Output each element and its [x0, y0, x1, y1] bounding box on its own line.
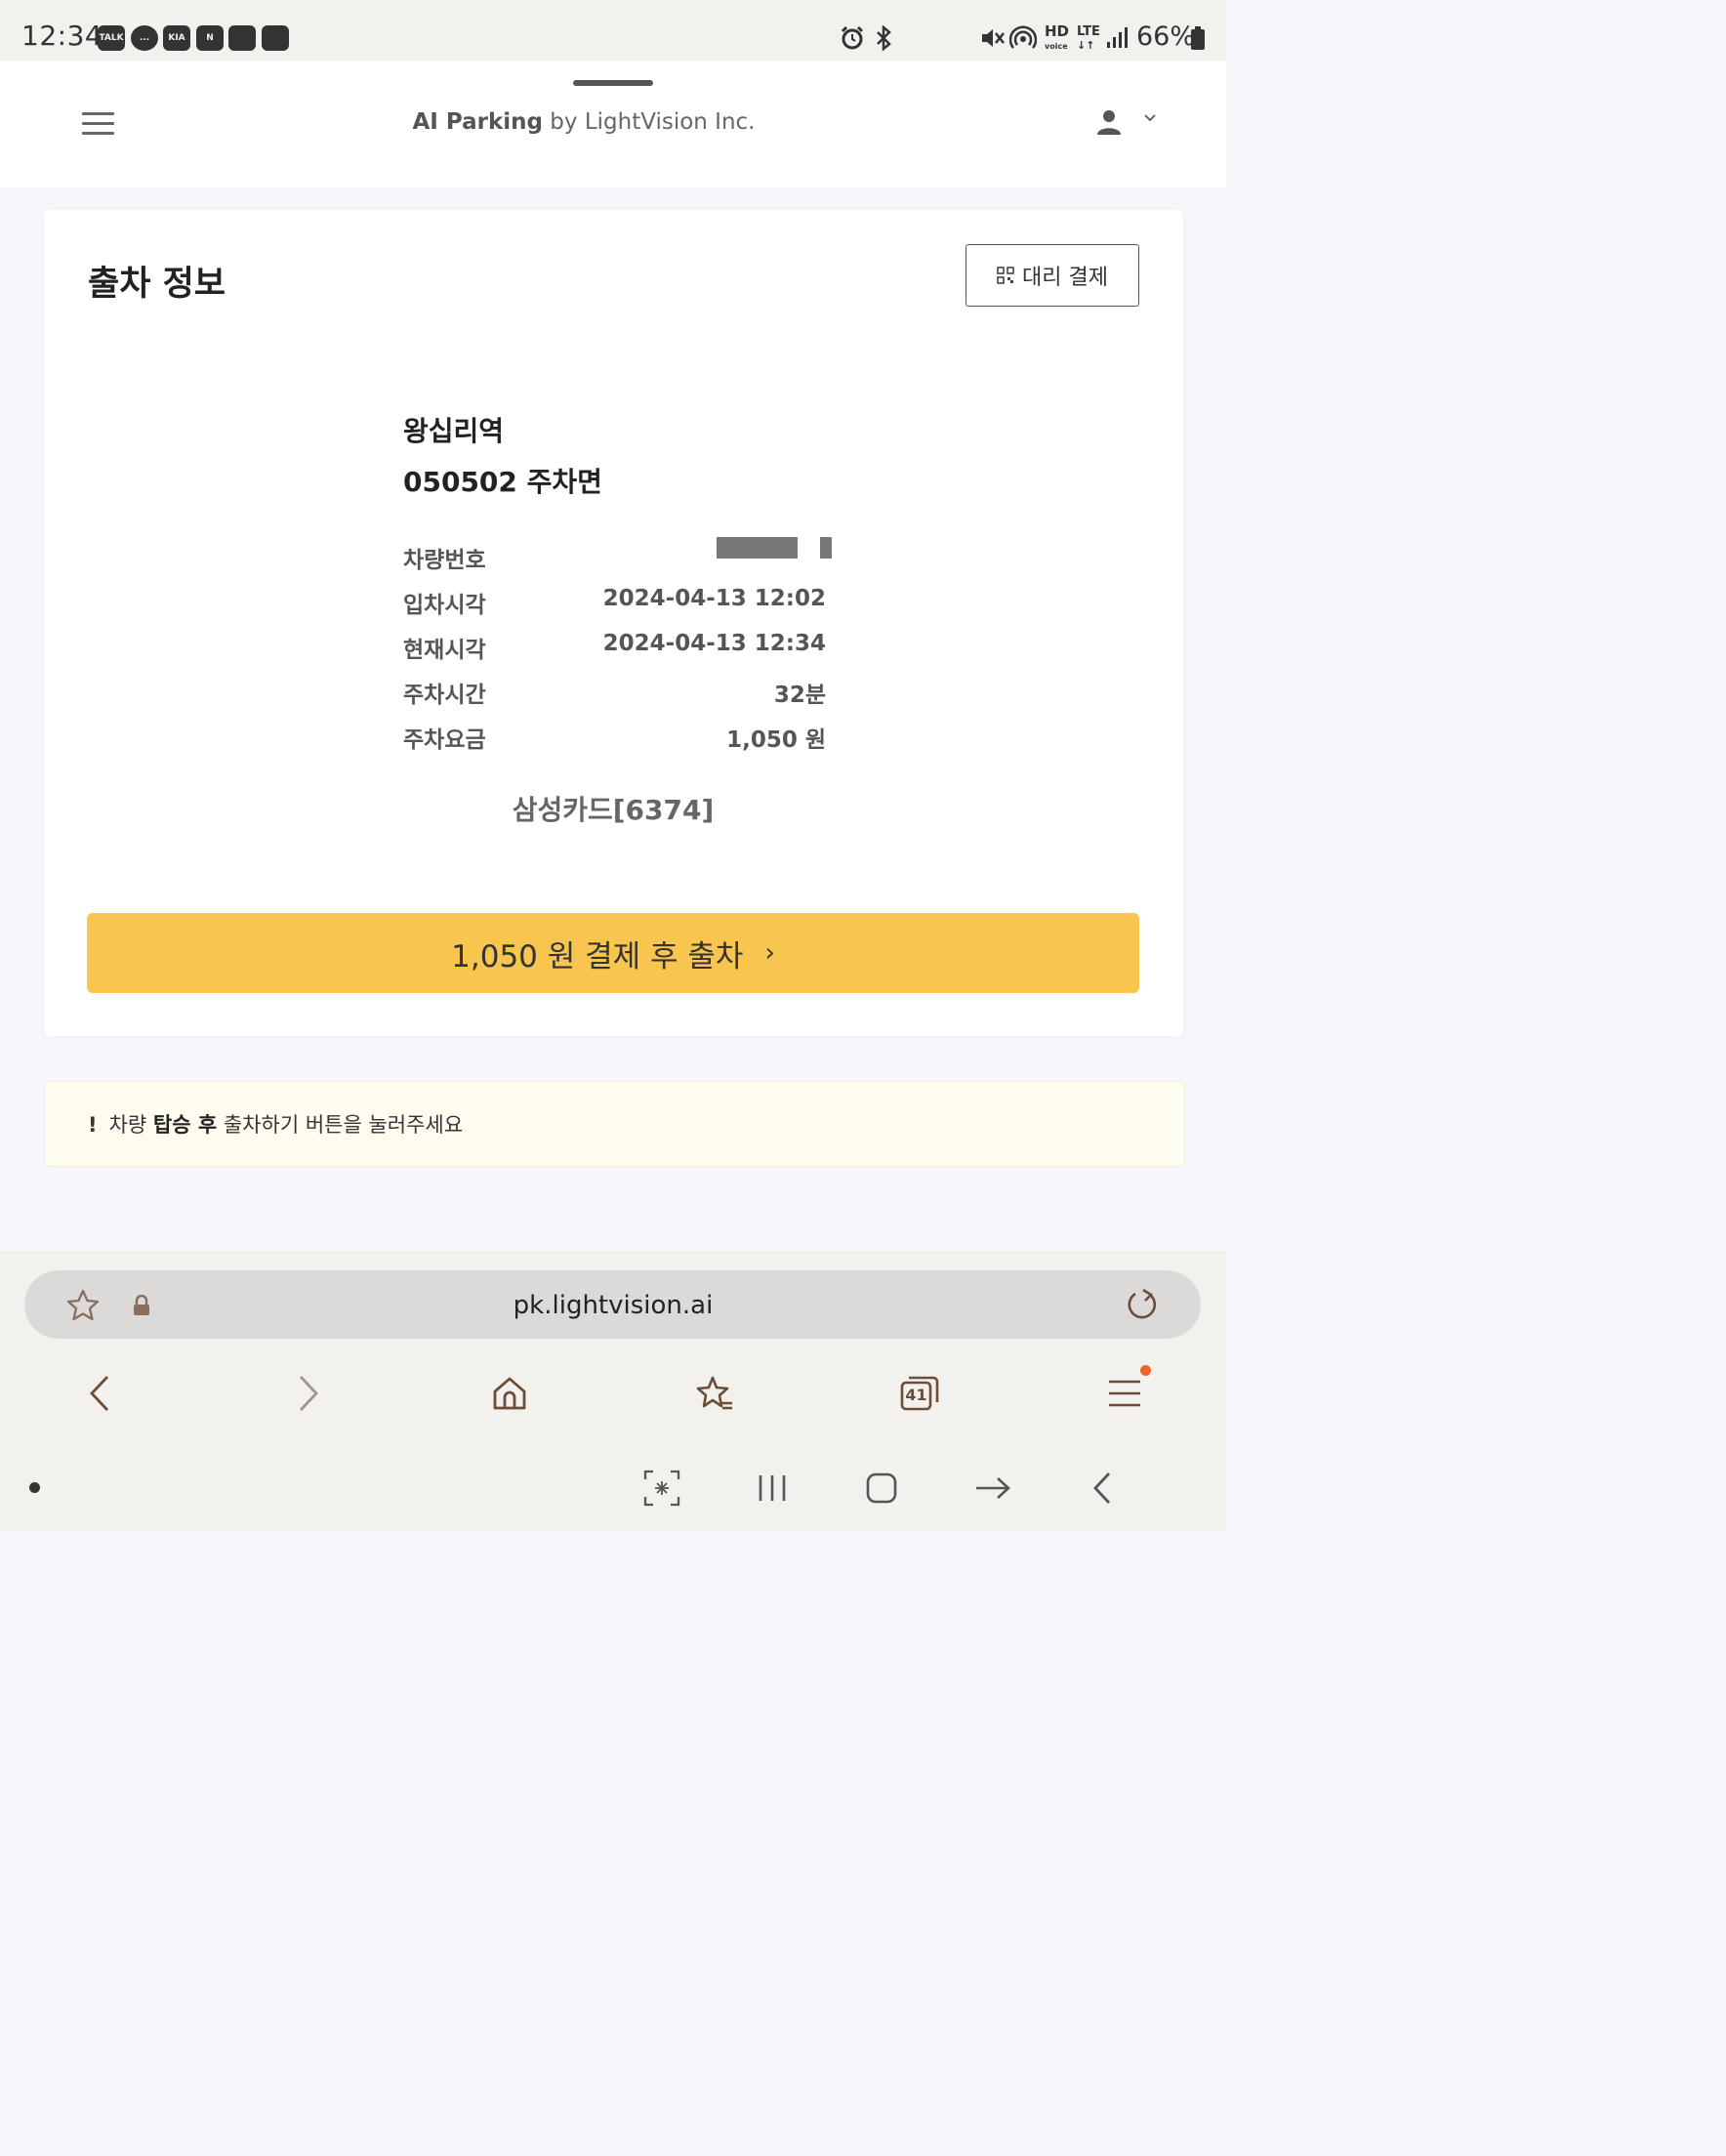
current-time-value: 2024-04-13 12:34: [602, 631, 826, 656]
system-back-icon[interactable]: [1082, 1468, 1123, 1509]
notice-bold: 탑승 후: [152, 1113, 218, 1137]
home-icon[interactable]: [488, 1372, 531, 1415]
entry-time-value: 2024-04-13 12:02: [602, 586, 826, 611]
lte-icon: LTE ↓↑: [1077, 24, 1100, 53]
kakaotalk-icon: TALK: [98, 25, 125, 51]
reload-icon[interactable]: [1124, 1287, 1161, 1324]
screen-capture-icon[interactable]: [641, 1468, 682, 1509]
hd-voice-icon: HD voice: [1045, 22, 1070, 52]
exclamation-icon: !: [88, 1113, 98, 1137]
pay-and-exit-label: 1,050 원 결제 후 출차: [451, 938, 744, 974]
mute-icon: [982, 29, 1005, 47]
bluetooth-icon: [877, 25, 891, 51]
lock-icon: [134, 1295, 149, 1315]
bookmarks-icon[interactable]: [693, 1372, 736, 1415]
pay-and-exit-button[interactable]: 1,050 원 결제 후 출차 ›: [87, 913, 1139, 993]
drag-handle[interactable]: [573, 80, 653, 86]
proxy-pay-button[interactable]: 대리 결제: [966, 244, 1139, 307]
battery-percent: 66%: [1136, 21, 1196, 52]
home-button-icon[interactable]: [861, 1468, 902, 1509]
recent-apps-icon[interactable]: [752, 1468, 793, 1509]
duration-value: 32분: [773, 683, 826, 708]
forward-icon[interactable]: [285, 1372, 328, 1415]
notice-text: ! 차량 탑승 후 출차하기 버튼을 눌러주세요: [88, 1109, 463, 1139]
parking-lot-name: 왕십리역: [403, 415, 505, 447]
notice-post: 출차하기 버튼을 눌러주세요: [217, 1113, 464, 1137]
battery-icon: [1191, 26, 1205, 50]
url-text[interactable]: pk.lightvision.ai: [0, 1291, 1226, 1320]
qr-code-icon: [997, 267, 1014, 284]
brand-name: AI Parking: [412, 109, 543, 135]
signal-icon: [1107, 27, 1128, 48]
app-icon: [228, 25, 256, 51]
brand-suffix: by LightVision Inc.: [542, 109, 756, 135]
parking-space: 050502 주차면: [403, 466, 602, 498]
status-time: 12:34: [21, 20, 103, 52]
alarm-icon: [841, 25, 864, 50]
chevron-down-icon[interactable]: [1143, 113, 1157, 123]
notification-dot: [1140, 1365, 1151, 1376]
user-icon[interactable]: [1095, 108, 1123, 136]
plate-redaction: [717, 537, 798, 559]
bookmark-star-icon[interactable]: [65, 1288, 101, 1323]
chevron-right-icon: ›: [764, 938, 775, 968]
hotspot-icon: [1009, 25, 1037, 49]
tabs-count: 41: [905, 1386, 927, 1404]
plate-redaction: [820, 537, 832, 559]
page-title: 출차 정보: [88, 265, 226, 304]
brand-title: AI Parking by LightVision Inc.: [0, 109, 1168, 135]
recents-dot: [29, 1482, 40, 1493]
back-icon[interactable]: [80, 1372, 123, 1415]
chat-icon: ...: [131, 25, 158, 51]
kia-connect-icon: KIA: [163, 25, 190, 51]
fee-value: 1,050 원: [726, 727, 826, 753]
proxy-pay-label: 대리 결제: [1022, 266, 1108, 290]
payment-card-label: 삼성카드[6374]: [512, 794, 715, 826]
arrow-right-icon[interactable]: [972, 1468, 1013, 1509]
menu-icon[interactable]: [1103, 1372, 1146, 1415]
mail-icon: N: [196, 25, 224, 51]
plate-label: 차량번호: [403, 548, 486, 573]
gallery-icon: [262, 25, 289, 51]
notice-pre: 차량: [108, 1113, 153, 1137]
